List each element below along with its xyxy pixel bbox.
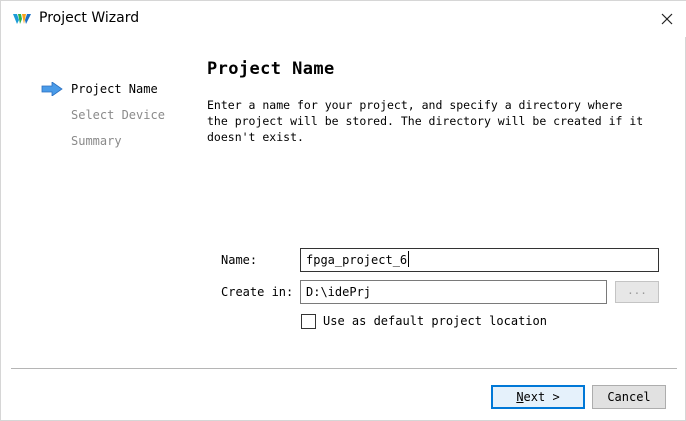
create-in-label: Create in:: [221, 285, 294, 299]
close-icon: [661, 13, 673, 25]
default-location-label: Use as default project location: [323, 314, 547, 328]
next-button[interactable]: Next >: [491, 385, 585, 409]
project-wizard-dialog: Project Wizard Project Name Select Devic…: [0, 0, 686, 421]
create-in-value: D:\idePrj: [306, 285, 372, 299]
step-summary: Summary: [41, 131, 165, 157]
next-mnemonic: N: [516, 390, 524, 404]
default-location-checkbox[interactable]: [301, 314, 316, 329]
page-title: Project Name: [207, 59, 335, 79]
cancel-button[interactable]: Cancel: [592, 385, 666, 409]
step-label: Summary: [71, 134, 122, 148]
step-label: Project Name: [71, 82, 158, 96]
project-name-input[interactable]: fpga_project_6: [300, 248, 659, 272]
wizard-steps: Project Name Select Device Summary: [41, 79, 165, 157]
text-caret: [408, 251, 410, 267]
step-select-device: Select Device: [41, 105, 165, 131]
browse-button[interactable]: ...: [615, 281, 659, 303]
project-name-value: fpga_project_6: [306, 253, 408, 267]
next-label: ext >: [523, 390, 560, 404]
title-bar: Project Wizard: [1, 1, 686, 37]
current-step-arrow-icon: [41, 82, 63, 96]
close-button[interactable]: [647, 1, 686, 37]
step-project-name: Project Name: [41, 79, 165, 105]
page-description: Enter a name for your project, and speci…: [207, 98, 644, 144]
create-in-input[interactable]: D:\idePrj: [300, 280, 607, 304]
app-logo-icon: [13, 14, 31, 24]
step-label: Select Device: [71, 108, 165, 122]
footer-divider: [11, 368, 677, 369]
name-label: Name:: [221, 253, 258, 267]
window-title: Project Wizard: [39, 10, 140, 26]
